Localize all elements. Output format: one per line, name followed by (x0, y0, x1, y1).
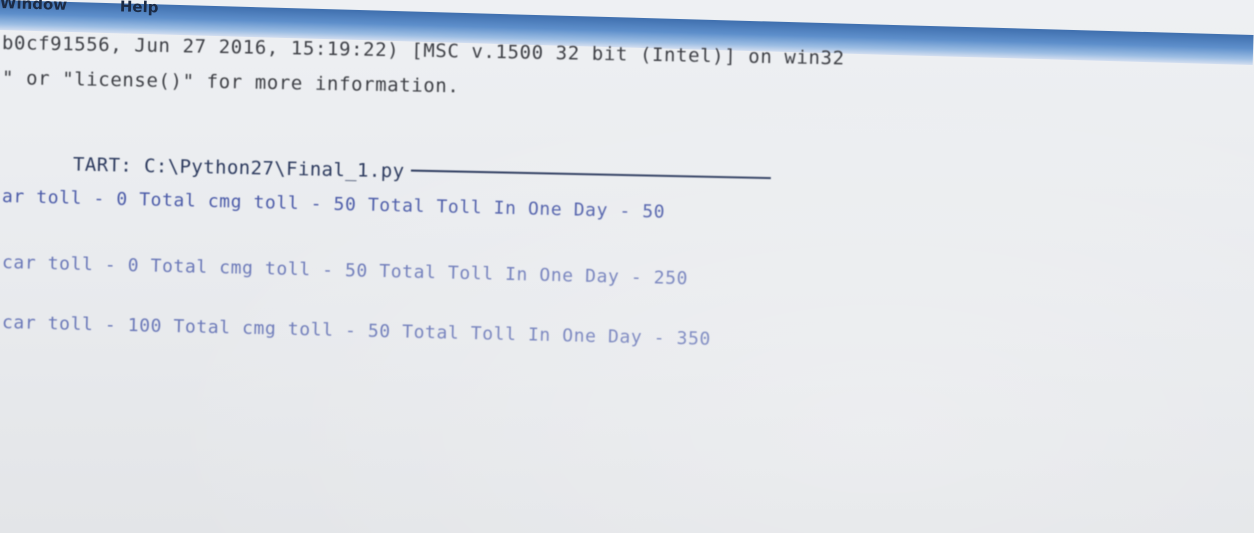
output-line-2: car toll - 0 Total cmg toll - 50 Total T… (1, 252, 689, 290)
shell-output-area[interactable]: b0cf91556, Jun 27 2016, 15:19:22) [MSC v… (0, 24, 1254, 533)
output-line-3: car toll - 100 Total cmg toll - 50 Total… (1, 312, 712, 350)
menu-item-window[interactable]: Window (0, 0, 67, 14)
restart-path: TART: C:\Python27\Final_1.py (72, 153, 405, 183)
restart-divider (410, 169, 771, 179)
python-shell-window: Window Help b0cf91556, Jun 27 2016, 15:1… (0, 0, 1254, 533)
menu-item-help[interactable]: Help (120, 0, 159, 16)
banner-version-line: b0cf91556, Jun 27 2016, 15:19:22) [MSC v… (1, 32, 845, 70)
banner-license-line: " or "license()" for more information. (1, 67, 460, 98)
